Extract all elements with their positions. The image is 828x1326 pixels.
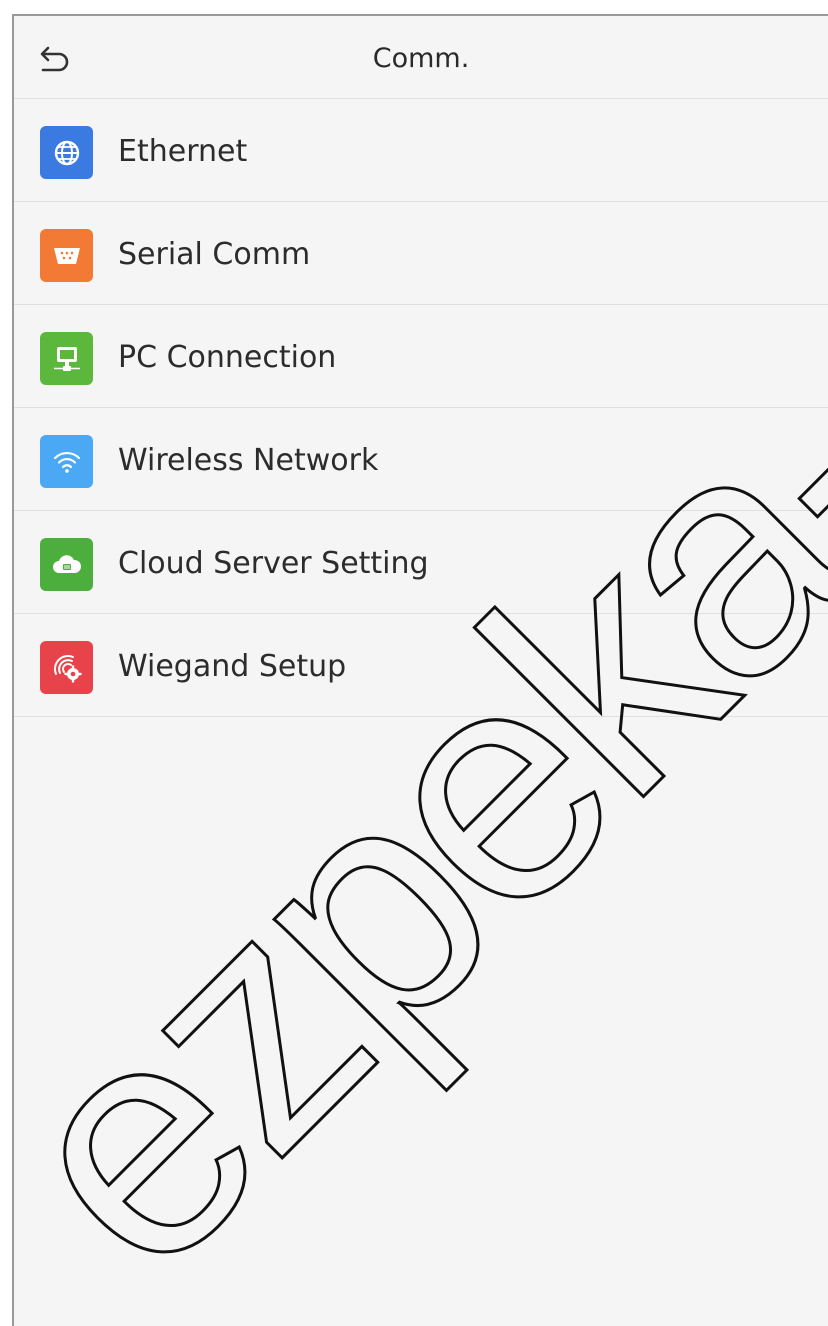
menu-item-label: Serial Comm — [118, 237, 311, 272]
page-title: Comm. — [372, 43, 470, 74]
menu-item-label: Wiegand Setup — [118, 649, 347, 684]
menu-item-wiegand-setup[interactable]: Wiegand Setup — [14, 614, 828, 717]
comm-screen: Comm. Ethernet Serial Comm PC Connection… — [12, 14, 828, 1326]
menu-item-ethernet[interactable]: Ethernet — [14, 99, 828, 202]
menu-item-serial-comm[interactable]: Serial Comm — [14, 202, 828, 305]
menu-item-label: Cloud Server Setting — [118, 546, 429, 581]
wiegand-gear-icon — [40, 641, 93, 694]
cloud-icon — [40, 538, 93, 591]
pc-monitor-icon — [40, 332, 93, 385]
menu-item-label: Ethernet — [118, 134, 248, 169]
globe-icon — [40, 126, 93, 179]
wifi-icon — [40, 435, 93, 488]
menu-item-label: Wireless Network — [118, 443, 379, 478]
menu-item-pc-connection[interactable]: PC Connection — [14, 305, 828, 408]
serial-port-icon — [40, 229, 93, 282]
menu-item-label: PC Connection — [118, 340, 337, 375]
header-bar: Comm. — [14, 16, 828, 99]
menu-list: Ethernet Serial Comm PC Connection Wirel… — [14, 99, 828, 717]
menu-item-cloud-server-setting[interactable]: Cloud Server Setting — [14, 511, 828, 614]
menu-item-wireless-network[interactable]: Wireless Network — [14, 408, 828, 511]
